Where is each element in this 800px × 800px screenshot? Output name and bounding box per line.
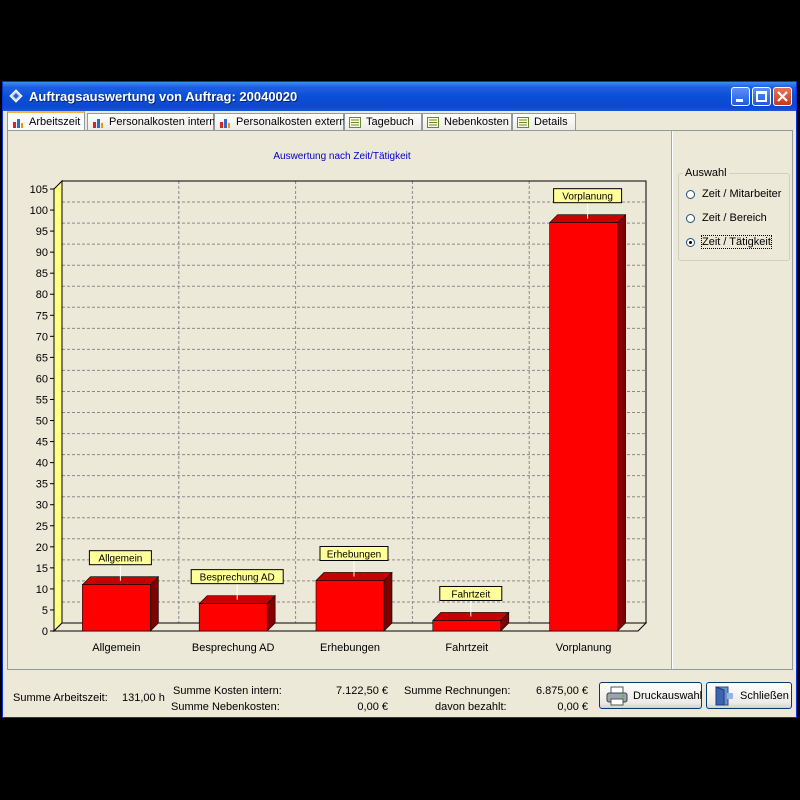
tab-label: Nebenkosten: [444, 116, 509, 128]
y-tick-label: 25: [36, 521, 48, 533]
y-tick-label: 60: [36, 373, 48, 385]
bar-chart-icon: [13, 118, 23, 128]
bar-side: [150, 575, 159, 632]
y-tick-label: 20: [36, 542, 48, 554]
y-tick-label: 105: [30, 184, 48, 196]
radio-label: Zeit / Mitarbeiter: [702, 188, 782, 200]
bar-chart-icon: [93, 118, 103, 128]
arbeitszeit-value: 131,00 h: [122, 692, 165, 704]
printer-icon: [606, 686, 628, 705]
data-label: Besprechung AD: [200, 573, 275, 584]
nebenkosten-value: 0,00 €: [357, 701, 388, 713]
close-button[interactable]: Schließen: [706, 682, 792, 709]
data-label: Allgemein: [98, 554, 142, 565]
tab-personalkosten-intern[interactable]: Personalkosten intern: [87, 113, 216, 130]
exit-door-icon: [715, 685, 733, 705]
tab-personalkosten-extern[interactable]: Personalkosten extern: [214, 113, 346, 130]
selection-group-title: Auswahl: [683, 167, 729, 179]
radio-label: Zeit / Tätigkeit: [701, 235, 772, 249]
bar: [198, 603, 268, 632]
evaluation-window: Auftragsauswertung von Auftrag: 20040020…: [2, 81, 797, 718]
radio-zeit-taetigkeit[interactable]: Zeit / Tätigkeit: [686, 235, 772, 249]
radio-button-icon: [686, 213, 695, 223]
tab-tagebuch[interactable]: Tagebuch: [344, 113, 422, 130]
chart-title: Auswertung nach Zeit/Tätigkeit: [273, 151, 411, 162]
tab-label: Personalkosten extern: [236, 116, 346, 128]
bar: [82, 584, 151, 632]
y-tick-label: 90: [36, 247, 48, 259]
y-tick-label: 15: [36, 563, 48, 575]
print-selection-button[interactable]: Druckauswahl: [599, 682, 702, 709]
maximize-icon: [756, 91, 767, 102]
y-tick-label: 0: [42, 626, 48, 638]
bar-side: [383, 571, 393, 632]
radio-label: Zeit / Bereich: [702, 212, 767, 224]
x-tick-label: Fahrtzeit: [445, 642, 488, 654]
tab-label: Tagebuch: [366, 116, 414, 128]
y-tick-label: 50: [36, 416, 48, 428]
arbeitszeit-label: Summe Arbeitszeit:: [13, 692, 108, 704]
tab-label: Personalkosten intern: [109, 116, 216, 128]
y-tick-label: 5: [42, 605, 48, 617]
tab-arbeitszeit[interactable]: Arbeitszeit: [7, 111, 85, 131]
kosten-intern-value: 7.122,50 €: [336, 685, 388, 697]
tab-label: Arbeitszeit: [29, 116, 81, 128]
tab-details[interactable]: Details: [512, 113, 576, 130]
tab-strip: Arbeitszeit Personalkosten intern Person…: [7, 111, 792, 131]
y-tick-label: 80: [36, 289, 48, 301]
y-tick-label: 55: [36, 394, 48, 406]
list-icon: [517, 116, 529, 128]
minimize-icon: [736, 99, 743, 102]
list-icon: [427, 116, 439, 128]
y-tick-label: 100: [30, 205, 48, 217]
minimize-button[interactable]: [731, 87, 750, 106]
chart-left-wall: [53, 179, 63, 633]
data-label: Erhebungen: [327, 549, 382, 560]
radio-zeit-mitarbeiter[interactable]: Zeit / Mitarbeiter: [686, 188, 781, 200]
y-tick-label: 70: [36, 331, 48, 343]
bar-side: [617, 213, 626, 632]
window-title: Auftragsauswertung von Auftrag: 20040020: [29, 89, 298, 104]
y-tick-label: 95: [36, 226, 48, 238]
data-label: Fahrtzeit: [451, 589, 490, 600]
bar: [549, 222, 618, 632]
rechnungen-value: 6.875,00 €: [536, 685, 588, 697]
tab-nebenkosten[interactable]: Nebenkosten: [422, 113, 512, 130]
x-tick-label: Erhebungen: [320, 642, 380, 654]
y-tick-label: 40: [36, 458, 48, 470]
y-tick-label: 10: [36, 584, 48, 596]
maximize-button[interactable]: [752, 87, 771, 106]
kosten-intern-label: Summe Kosten intern:: [173, 685, 282, 697]
bar-chart-icon: [220, 118, 230, 128]
radio-button-selected-icon: [686, 237, 695, 247]
app-icon: [9, 89, 23, 103]
close-button-label: Schließen: [740, 689, 789, 702]
bezahlt-value: 0,00 €: [557, 701, 588, 713]
list-icon: [349, 116, 361, 128]
close-window-button[interactable]: [773, 87, 792, 106]
x-tick-label: Besprechung AD: [192, 642, 275, 654]
bezahlt-label: davon bezahlt:: [435, 701, 507, 713]
tab-panel: Auswertung nach Zeit/Tätigkeit 0 5 10 15 20 25…: [7, 130, 793, 670]
close-icon: [777, 91, 788, 102]
y-tick-label: 65: [36, 352, 48, 364]
x-tick-label: Allgemein: [92, 642, 140, 654]
radio-button-icon: [686, 189, 695, 199]
x-tick-label: Vorplanung: [556, 642, 612, 654]
bar-chart: Auswertung nach Zeit/Tätigkeit 0 5 10 15 20 25…: [30, 151, 648, 654]
tab-label: Details: [534, 116, 568, 128]
bar: [315, 580, 385, 632]
radio-zeit-bereich[interactable]: Zeit / Bereich: [686, 212, 767, 224]
y-tick-label: 30: [36, 500, 48, 512]
y-tick-label: 75: [36, 310, 48, 322]
print-button-label: Druckauswahl: [633, 689, 703, 702]
nebenkosten-label: Summe Nebenkosten:: [171, 701, 280, 713]
data-label: Vorplanung: [562, 192, 613, 203]
bar: [432, 620, 502, 632]
title-bar[interactable]: Auftragsauswertung von Auftrag: 20040020: [3, 82, 796, 111]
y-tick-label: 35: [36, 479, 48, 491]
y-tick-label: 45: [36, 437, 48, 449]
y-tick-label: 85: [36, 268, 48, 280]
rechnungen-label: Summe Rechnungen:: [404, 685, 511, 697]
